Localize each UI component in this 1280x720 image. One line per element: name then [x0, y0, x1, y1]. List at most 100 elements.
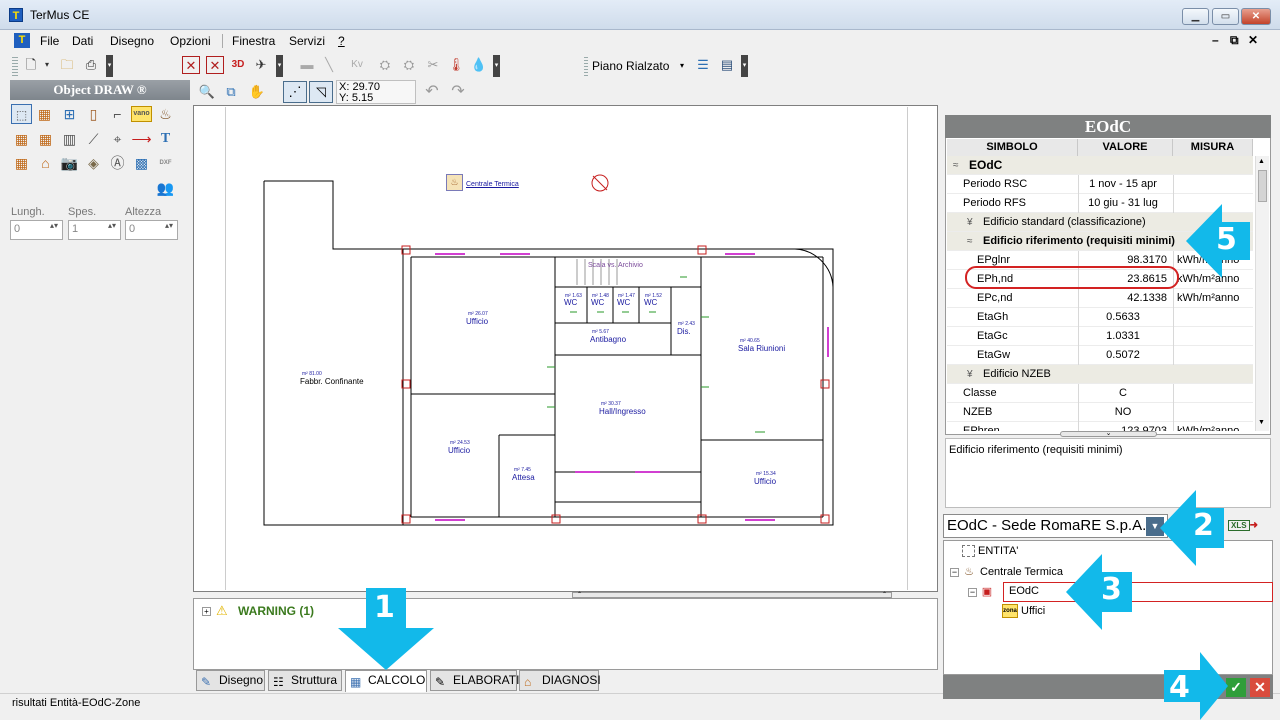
layers-icon[interactable]: ☰: [694, 56, 712, 74]
snap-ortho-icon[interactable]: ◹: [309, 81, 333, 103]
property-group-row[interactable]: ¥ Edificio NZEB: [947, 365, 1253, 384]
tab-struttura[interactable]: ☷ Struttura: [268, 670, 342, 691]
mdi-restore-button[interactable]: ⧉: [1230, 33, 1239, 48]
length-input[interactable]: 0: [10, 220, 63, 240]
tab-diagnosi[interactable]: ⌂ DIAGNOSI: [519, 670, 601, 691]
thermal-plant-marker-icon[interactable]: ♨: [446, 174, 463, 191]
zoom-window-icon[interactable]: ⧉: [222, 83, 240, 101]
corner-tool-icon[interactable]: ⌐: [107, 104, 128, 124]
tree-node-uffici[interactable]: zona Uffici: [1002, 604, 1045, 618]
properties-scrollbar[interactable]: ▲ ▼: [1255, 156, 1269, 431]
open-folder-icon[interactable]: 🗀: [58, 56, 76, 74]
property-row[interactable]: Classe C: [947, 384, 1253, 403]
floor-select[interactable]: Piano Rialzato ▾: [592, 57, 692, 75]
menu-servizi[interactable]: Servizi: [289, 34, 325, 48]
north-arrow-icon[interactable]: Ⓐ: [107, 153, 128, 173]
properties-grid[interactable]: ≈ EOdC Periodo RSC 1 nov - 15 apr Periodo RF…: [947, 156, 1253, 431]
close-window-button[interactable]: ✕: [1241, 8, 1271, 25]
toolbar-overflow-arrow-3[interactable]: ▾: [493, 55, 500, 77]
column-header-unit[interactable]: MISURA: [1173, 139, 1253, 156]
export-xls-button[interactable]: XLS ➜: [1228, 514, 1258, 538]
roof-tool-icon[interactable]: ⌂: [35, 153, 56, 173]
people-tool-icon[interactable]: 👥: [155, 178, 176, 198]
tree-node-eodc-label[interactable]: EOdC: [1009, 585, 1039, 597]
tab-calcolo[interactable]: ▦ CALCOLO: [345, 670, 427, 692]
save-floor-icon[interactable]: ▤: [718, 56, 736, 74]
text-tool-icon[interactable]: T: [155, 129, 176, 149]
column-header-value[interactable]: VALORE: [1078, 139, 1173, 156]
crosshair-tool-icon[interactable]: ⌖: [107, 129, 128, 149]
select-tool-icon[interactable]: ⬚: [11, 104, 32, 124]
mdi-minimize-button[interactable]: –: [1212, 33, 1219, 47]
scroll-thumb[interactable]: [1258, 170, 1267, 202]
scroll-up-arrow-icon[interactable]: ▲: [1258, 158, 1265, 165]
group-toggle-icon[interactable]: ≈: [953, 156, 965, 175]
water-drop-icon[interactable]: 💧: [470, 56, 488, 74]
new-dropdown-arrow-icon[interactable]: ▾: [38, 56, 56, 74]
toolbar-overflow-arrow-2[interactable]: ▾: [276, 55, 283, 77]
collapse-icon[interactable]: −: [968, 587, 977, 597]
dxf-import-icon[interactable]: DXF: [155, 153, 176, 173]
property-row[interactable]: Periodo RSC 1 nov - 15 apr: [947, 175, 1253, 194]
tree-node-entita[interactable]: ENTITA': [962, 545, 1018, 558]
property-group-row[interactable]: ≈ EOdC: [947, 156, 1253, 175]
grid-splitter-icon[interactable]: ⌄: [1060, 430, 1157, 437]
window-element-icon[interactable]: ⊞: [59, 104, 80, 124]
line-tool-icon[interactable]: ⟋: [83, 129, 104, 149]
warning-text[interactable]: WARNING (1): [238, 604, 314, 618]
collapse-icon[interactable]: −: [950, 567, 959, 577]
property-row[interactable]: EtaGw 0.5072: [947, 346, 1253, 365]
wall-tool-2-icon[interactable]: ▦: [11, 129, 32, 149]
toolbar-grip[interactable]: [12, 55, 18, 77]
tab-elaborati[interactable]: ✎ ELABORATI: [430, 670, 519, 691]
pillar-tool-icon[interactable]: ▥: [59, 129, 80, 149]
zoom-icon[interactable]: 🔍: [198, 83, 216, 101]
vano-tool-icon[interactable]: vano: [131, 106, 152, 122]
height-input[interactable]: 0: [125, 220, 178, 240]
boiler-tool-icon[interactable]: ♨: [155, 104, 176, 124]
camera-tool-icon[interactable]: 📷: [59, 153, 80, 173]
menu-disegno[interactable]: Disegno: [110, 34, 154, 48]
wall-tool-4-icon[interactable]: ▦: [11, 153, 32, 173]
group-toggle-icon[interactable]: ¥: [967, 213, 979, 232]
property-row[interactable]: EtaGc 1.0331: [947, 327, 1253, 346]
toolbar-overflow-arrow-4[interactable]: ▾: [741, 55, 748, 77]
property-row[interactable]: NZEB NO: [947, 403, 1253, 422]
3d-view-icon[interactable]: 3D: [229, 56, 247, 74]
wall-tool-icon[interactable]: ▦: [34, 104, 55, 124]
thickness-input[interactable]: 1: [68, 220, 121, 240]
door-tool-icon[interactable]: ✕: [206, 56, 224, 74]
maximize-button[interactable]: ▭: [1212, 8, 1239, 25]
undo-icon[interactable]: ↶: [423, 83, 441, 101]
layers-tool-icon[interactable]: ◈: [83, 153, 104, 173]
property-row[interactable]: EPhren 123.9703 kWh/m²anno: [947, 422, 1253, 431]
redo-icon[interactable]: ↷: [449, 83, 467, 101]
pan-hand-icon[interactable]: ✋: [248, 83, 266, 101]
plane-icon[interactable]: ✈: [252, 56, 270, 74]
menu-logo-icon[interactable]: T: [14, 33, 30, 48]
window-tool-icon[interactable]: ✕: [182, 56, 200, 74]
grid-tool-icon[interactable]: ▩: [131, 153, 152, 173]
property-row[interactable]: EtaGh 0.5633: [947, 308, 1253, 327]
snap-grid-icon[interactable]: ⋰: [283, 81, 307, 103]
entity-combo[interactable]: EOdC - Sede RomaRE S.p.A.: [943, 514, 1168, 538]
menu-file[interactable]: File: [40, 34, 59, 48]
dimension-tool-icon[interactable]: ⟶: [131, 129, 152, 149]
door-element-icon[interactable]: ▯: [83, 104, 104, 124]
wall-tool-3-icon[interactable]: ▦: [35, 129, 56, 149]
thermometer-icon[interactable]: 🌡: [447, 56, 465, 74]
scroll-down-arrow-icon[interactable]: ▼: [1258, 419, 1265, 426]
cancel-button[interactable]: ✕: [1250, 678, 1270, 697]
group-toggle-icon[interactable]: ¥: [967, 365, 979, 384]
tree-node-eodc[interactable]: − ▣: [968, 585, 998, 599]
toolbar-overflow-arrow[interactable]: ▾: [106, 55, 113, 77]
menu-finestra[interactable]: Finestra: [232, 34, 275, 48]
mdi-close-button[interactable]: ✕: [1248, 33, 1258, 47]
menu-help[interactable]: ?: [338, 34, 345, 48]
tree-node-centrale-termica[interactable]: − ♨ Centrale Termica: [950, 565, 1063, 579]
minimize-button[interactable]: ▁: [1182, 8, 1209, 25]
print-icon[interactable]: ⎙: [82, 56, 100, 74]
menu-opzioni[interactable]: Opzioni: [170, 34, 211, 48]
column-header-symbol[interactable]: SIMBOLO: [947, 139, 1078, 156]
group-toggle-icon[interactable]: ≈: [967, 232, 979, 251]
